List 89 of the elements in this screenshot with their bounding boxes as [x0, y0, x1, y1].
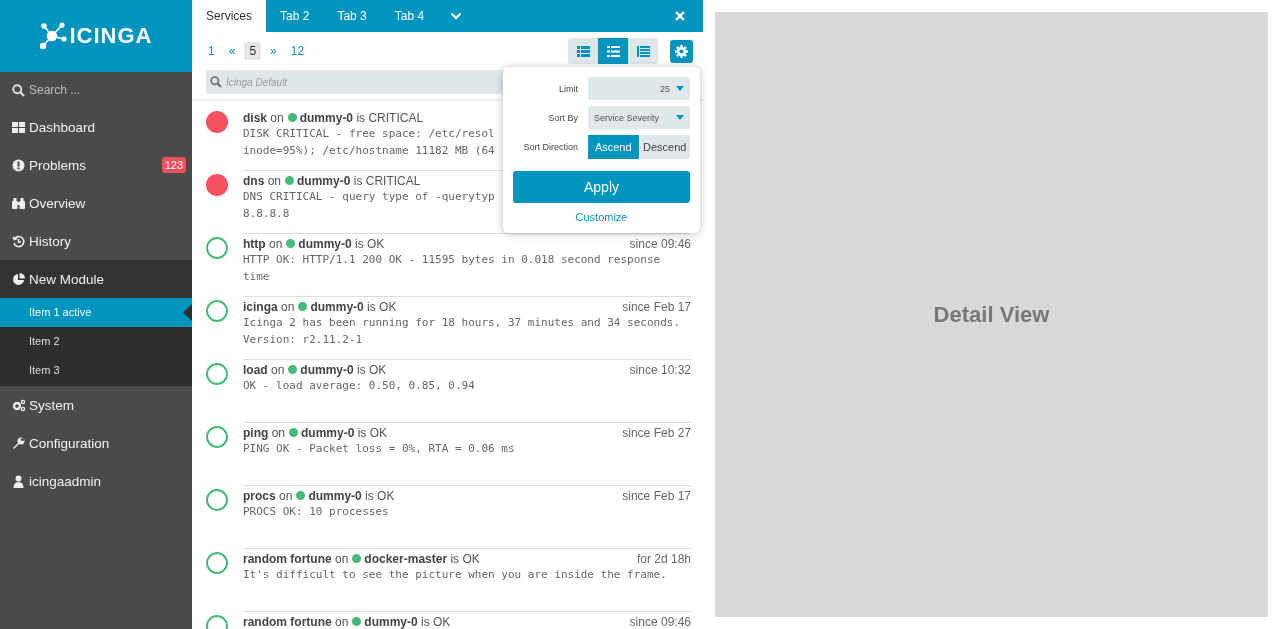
nav-subitem[interactable]: Item 3: [0, 356, 192, 385]
settings-button[interactable]: [670, 39, 693, 63]
direction-toggle[interactable]: Descend: [639, 135, 690, 159]
list-icon: [636, 45, 650, 57]
host-status-dot: [352, 554, 362, 563]
list-icon: [576, 45, 590, 57]
host-state[interactable]: dummy-0 is CRITICAL: [299, 110, 424, 125]
since-time: since Feb 17: [622, 488, 691, 503]
caret-icon: [676, 86, 684, 91]
alert-icon: [12, 158, 25, 172]
host-state[interactable]: dummy-0 is CRITICAL: [297, 173, 421, 188]
nav-item[interactable]: History: [0, 222, 192, 260]
service-name[interactable]: load on: [243, 362, 285, 377]
page-link[interactable]: 1: [203, 42, 220, 60]
page-link[interactable]: 5: [244, 42, 262, 60]
host-state[interactable]: dummy-0 is OK: [364, 614, 451, 629]
host-status-dot: [286, 239, 296, 248]
nav-subitem[interactable]: Item 2: [0, 327, 192, 356]
plugin-output: OK - load average: 0.50, 0.85, 0.94: [243, 378, 475, 394]
since-time: since Feb 17: [622, 299, 691, 314]
host-status-dot: [289, 428, 298, 437]
field-label: Sort Direction: [522, 142, 578, 152]
host-status-dot: [288, 365, 298, 374]
history-icon: [12, 234, 25, 248]
gears-icon: [12, 398, 25, 412]
count-badge: 123: [161, 157, 186, 173]
limit-select[interactable]: 25: [588, 77, 690, 100]
since-time: for 2d 18h: [636, 551, 691, 566]
host-state[interactable]: dummy-0 is OK: [310, 299, 397, 314]
since-time: since Feb 27: [622, 425, 691, 440]
service-name[interactable]: http on: [243, 236, 283, 251]
plugin-output: DNS CRITICAL - query type of -querytyp 8.8.8.8: [243, 189, 495, 222]
user-icon: [12, 474, 25, 488]
host-state[interactable]: dummy-0 is OK: [298, 236, 385, 251]
grid-icon: [12, 120, 25, 134]
service-name[interactable]: disk on: [243, 110, 284, 125]
service-name[interactable]: icinga on: [243, 299, 295, 314]
since-time: since 09:46: [629, 614, 691, 629]
field-label: Sort By: [547, 112, 578, 123]
nav-item[interactable]: Overview: [0, 184, 192, 222]
host-status-dot: [287, 113, 297, 122]
plugin-output: PING OK - Packet loss = 0%, RTA = 0.06 ms: [243, 441, 515, 457]
tab[interactable]: Services: [192, 0, 266, 32]
nav-item[interactable]: Problems 123: [0, 146, 192, 184]
pie-icon: [12, 272, 25, 286]
plugin-output: DISK CRITICAL - free space: /etc/resol inode=95%); /etc/hostname 11182 MB (64: [243, 126, 495, 159]
service-name[interactable]: procs on: [243, 488, 293, 503]
nav-item[interactable]: icingaadmin: [0, 462, 192, 500]
view-mode-button[interactable]: [598, 38, 628, 64]
binoculars-icon: [12, 196, 25, 210]
host-status-dot: [298, 302, 308, 311]
nav-item[interactable]: Dashboard: [0, 108, 192, 146]
host-status-dot: [296, 491, 306, 500]
detail-title: Detail View: [933, 301, 1050, 328]
host-status-dot: [285, 176, 295, 185]
host-state[interactable]: dummy-0 is OK: [301, 425, 388, 440]
nav-item[interactable]: Configuration: [0, 424, 192, 462]
logo-text: ICINGA: [69, 23, 153, 49]
host-status-dot: [352, 617, 362, 626]
plugin-output: HTTP OK: HTTP/1.1 200 OK - 11595 bytes in 0.018 second response time: [243, 252, 661, 285]
service-name[interactable]: dns on: [243, 173, 282, 188]
page-link[interactable]: »: [265, 42, 282, 60]
list-icon: [606, 45, 620, 57]
since-time: since 10:32: [629, 362, 691, 377]
customize-link[interactable]: Customize: [575, 211, 628, 223]
since-time: since 09:46: [629, 236, 691, 251]
nav-item[interactable]: New Module: [0, 260, 192, 298]
close-icon[interactable]: [675, 11, 685, 21]
wrench-icon: [12, 436, 25, 450]
page-link[interactable]: 12: [285, 42, 310, 60]
search-field[interactable]: Search ...: [12, 81, 159, 99]
plugin-output: It's difficult to see the picture when you are inside the frame.: [243, 567, 667, 583]
page-link[interactable]: «: [223, 42, 241, 60]
caret-icon: [676, 115, 684, 120]
field-label: Limit: [558, 83, 578, 94]
logo-icon: [39, 22, 68, 50]
sort-select[interactable]: Service Severity: [588, 106, 690, 129]
service-name[interactable]: random fortune on: [243, 551, 349, 566]
chevron-down-icon[interactable]: [450, 12, 463, 20]
host-state[interactable]: docker-master is OK: [364, 551, 480, 566]
service-name[interactable]: random fortune on: [243, 614, 349, 629]
search-icon: [12, 84, 25, 97]
nav-item[interactable]: System: [0, 386, 192, 424]
host-state[interactable]: dummy-0 is OK: [308, 488, 395, 503]
service-name[interactable]: ping on: [243, 425, 285, 440]
plugin-output: PROCS OK: 10 processes: [243, 504, 389, 520]
host-state[interactable]: dummy-0 is OK: [300, 362, 387, 377]
plugin-output: Icinga 2 has been running for 18 hours, 37 minutes and 34 seconds. Version: r2.11.2-1: [243, 315, 681, 348]
settings-icon: [675, 44, 688, 58]
